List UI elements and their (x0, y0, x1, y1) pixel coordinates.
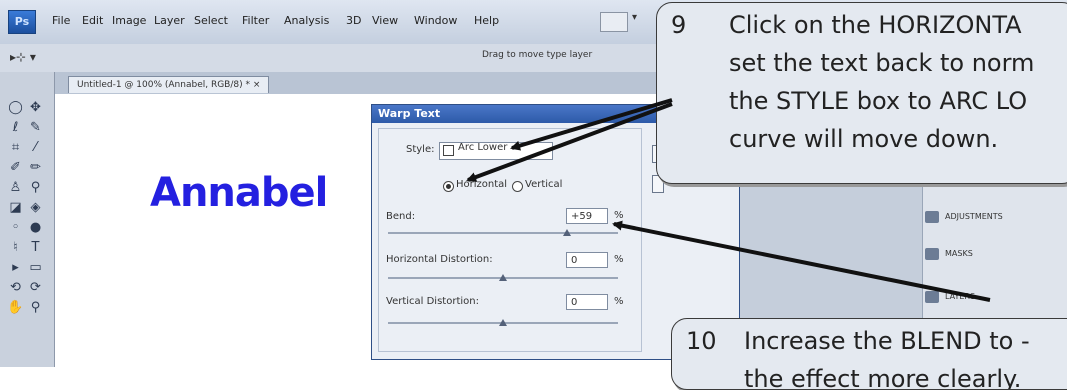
callout-line: Click on the HORIZONTA (729, 11, 1022, 39)
3d-orbit-tool-icon[interactable]: ⟳ (26, 278, 45, 297)
history-brush-tool-icon[interactable]: ⚲ (26, 178, 45, 197)
bend-label: Bend: (386, 211, 416, 222)
eyedropper-tool-icon[interactable]: ⁄ (26, 138, 45, 157)
eraser-tool-icon[interactable]: ◪ (6, 198, 25, 217)
panel-adjustments-label: ADJUSTMENTS (945, 212, 1003, 221)
tool-preset-picker[interactable]: ▸⊹ ▾ (10, 50, 36, 64)
bend-percent: % (614, 210, 624, 221)
quick-select-tool-icon[interactable]: ✎ (26, 118, 45, 137)
panel-adjustments[interactable]: ADJUSTMENTS (925, 206, 1035, 228)
panel-layers[interactable]: LAYERS (925, 286, 1035, 308)
vertical-distortion-percent: % (614, 296, 624, 307)
style-swatch-icon (443, 145, 454, 156)
warped-text-layer: Annabel (150, 170, 328, 216)
callout-line: the effect more clearly. (744, 365, 1022, 390)
panel-masks-label: MASKS (945, 249, 973, 258)
marquee-tool-icon[interactable]: ◯ (6, 98, 25, 117)
menu-edit[interactable]: Edit (82, 14, 103, 27)
horizontal-radio[interactable] (443, 181, 454, 192)
menu-image[interactable]: Image (112, 14, 146, 27)
photoshop-logo-icon: Ps (8, 10, 36, 34)
layers-icon (925, 290, 939, 303)
panel-layers-label: LAYERS (945, 292, 976, 301)
blur-tool-icon[interactable]: ◦ (6, 218, 25, 237)
callout-step-number: 10 (686, 327, 717, 355)
vertical-distortion-input[interactable]: 0 (566, 294, 608, 310)
horizontal-distortion-input[interactable]: 0 (566, 252, 608, 268)
callout-step-10: 10 Increase the BLEND to - the effect mo… (671, 318, 1067, 390)
callout-step-number: 9 (671, 11, 687, 39)
menu-3d[interactable]: 3D (346, 14, 361, 27)
vertical-distortion-label: Vertical Distortion: (386, 296, 479, 307)
menu-layer[interactable]: Layer (154, 14, 185, 27)
document-tab[interactable]: Untitled-1 @ 100% (Annabel, RGB/8) * × (68, 76, 270, 93)
menu-file[interactable]: File (52, 14, 70, 27)
3d-rotate-tool-icon[interactable]: ⟲ (6, 278, 25, 297)
brush-tool-icon[interactable]: ✏ (26, 158, 45, 177)
horizontal-distortion-percent: % (614, 254, 624, 265)
style-value: Arc Lower (458, 142, 508, 153)
callout-line: Increase the BLEND to - (744, 327, 1030, 355)
callout-step-9: 9 Click on the HORIZONTA set the text ba… (656, 2, 1067, 184)
dialog-group-box (378, 128, 642, 352)
callout-line: the STYLE box to ARC LO (729, 87, 1028, 115)
lasso-tool-icon[interactable]: ℓ (6, 118, 25, 137)
menu-select[interactable]: Select (194, 14, 228, 27)
vertical-radio[interactable] (512, 181, 523, 192)
hand-tool-icon[interactable]: ✋ (6, 298, 25, 317)
stamp-tool-icon[interactable]: ♙ (6, 178, 25, 197)
zoom-tool-icon[interactable]: ⚲ (26, 298, 45, 317)
path-select-tool-icon[interactable]: ▸ (6, 258, 25, 277)
type-tool-icon[interactable]: T (26, 238, 45, 257)
masks-icon (925, 247, 939, 260)
menu-window[interactable]: Window (414, 14, 457, 27)
panel-masks[interactable]: MASKS (925, 243, 1035, 265)
bend-slider-knob[interactable] (563, 229, 571, 236)
bend-input[interactable]: +59 (566, 208, 608, 224)
adjustments-icon (925, 210, 939, 223)
bend-slider[interactable] (388, 232, 618, 234)
horizontal-distortion-label: Horizontal Distortion: (386, 254, 493, 265)
chevron-down-icon[interactable]: ▾ (632, 12, 637, 23)
menu-analysis[interactable]: Analysis (284, 14, 329, 27)
menu-view[interactable]: View (372, 14, 398, 27)
vertical-distortion-knob[interactable] (499, 319, 507, 326)
callout-line: curve will move down. (729, 125, 999, 153)
vertical-radio-label: Vertical (525, 179, 563, 190)
style-label: Style: (406, 144, 435, 155)
pen-tool-icon[interactable]: ♮ (6, 238, 25, 257)
horizontal-distortion-knob[interactable] (499, 274, 507, 281)
callout-line: set the text back to norm (729, 49, 1035, 77)
healing-tool-icon[interactable]: ✐ (6, 158, 25, 177)
horizontal-radio-label: Horizontal (456, 179, 508, 190)
gradient-tool-icon[interactable]: ◈ (26, 198, 45, 217)
move-tool-icon[interactable]: ✥ (26, 98, 45, 117)
crop-tool-icon[interactable]: ⌗ (6, 138, 25, 157)
menu-help[interactable]: Help (474, 14, 499, 27)
options-hint: Drag to move type layer (482, 50, 593, 60)
shape-tool-icon[interactable]: ▭ (26, 258, 45, 277)
dodge-tool-icon[interactable]: ● (26, 218, 45, 237)
menu-filter[interactable]: Filter (242, 14, 269, 27)
screen-mode-button[interactable] (600, 12, 628, 32)
